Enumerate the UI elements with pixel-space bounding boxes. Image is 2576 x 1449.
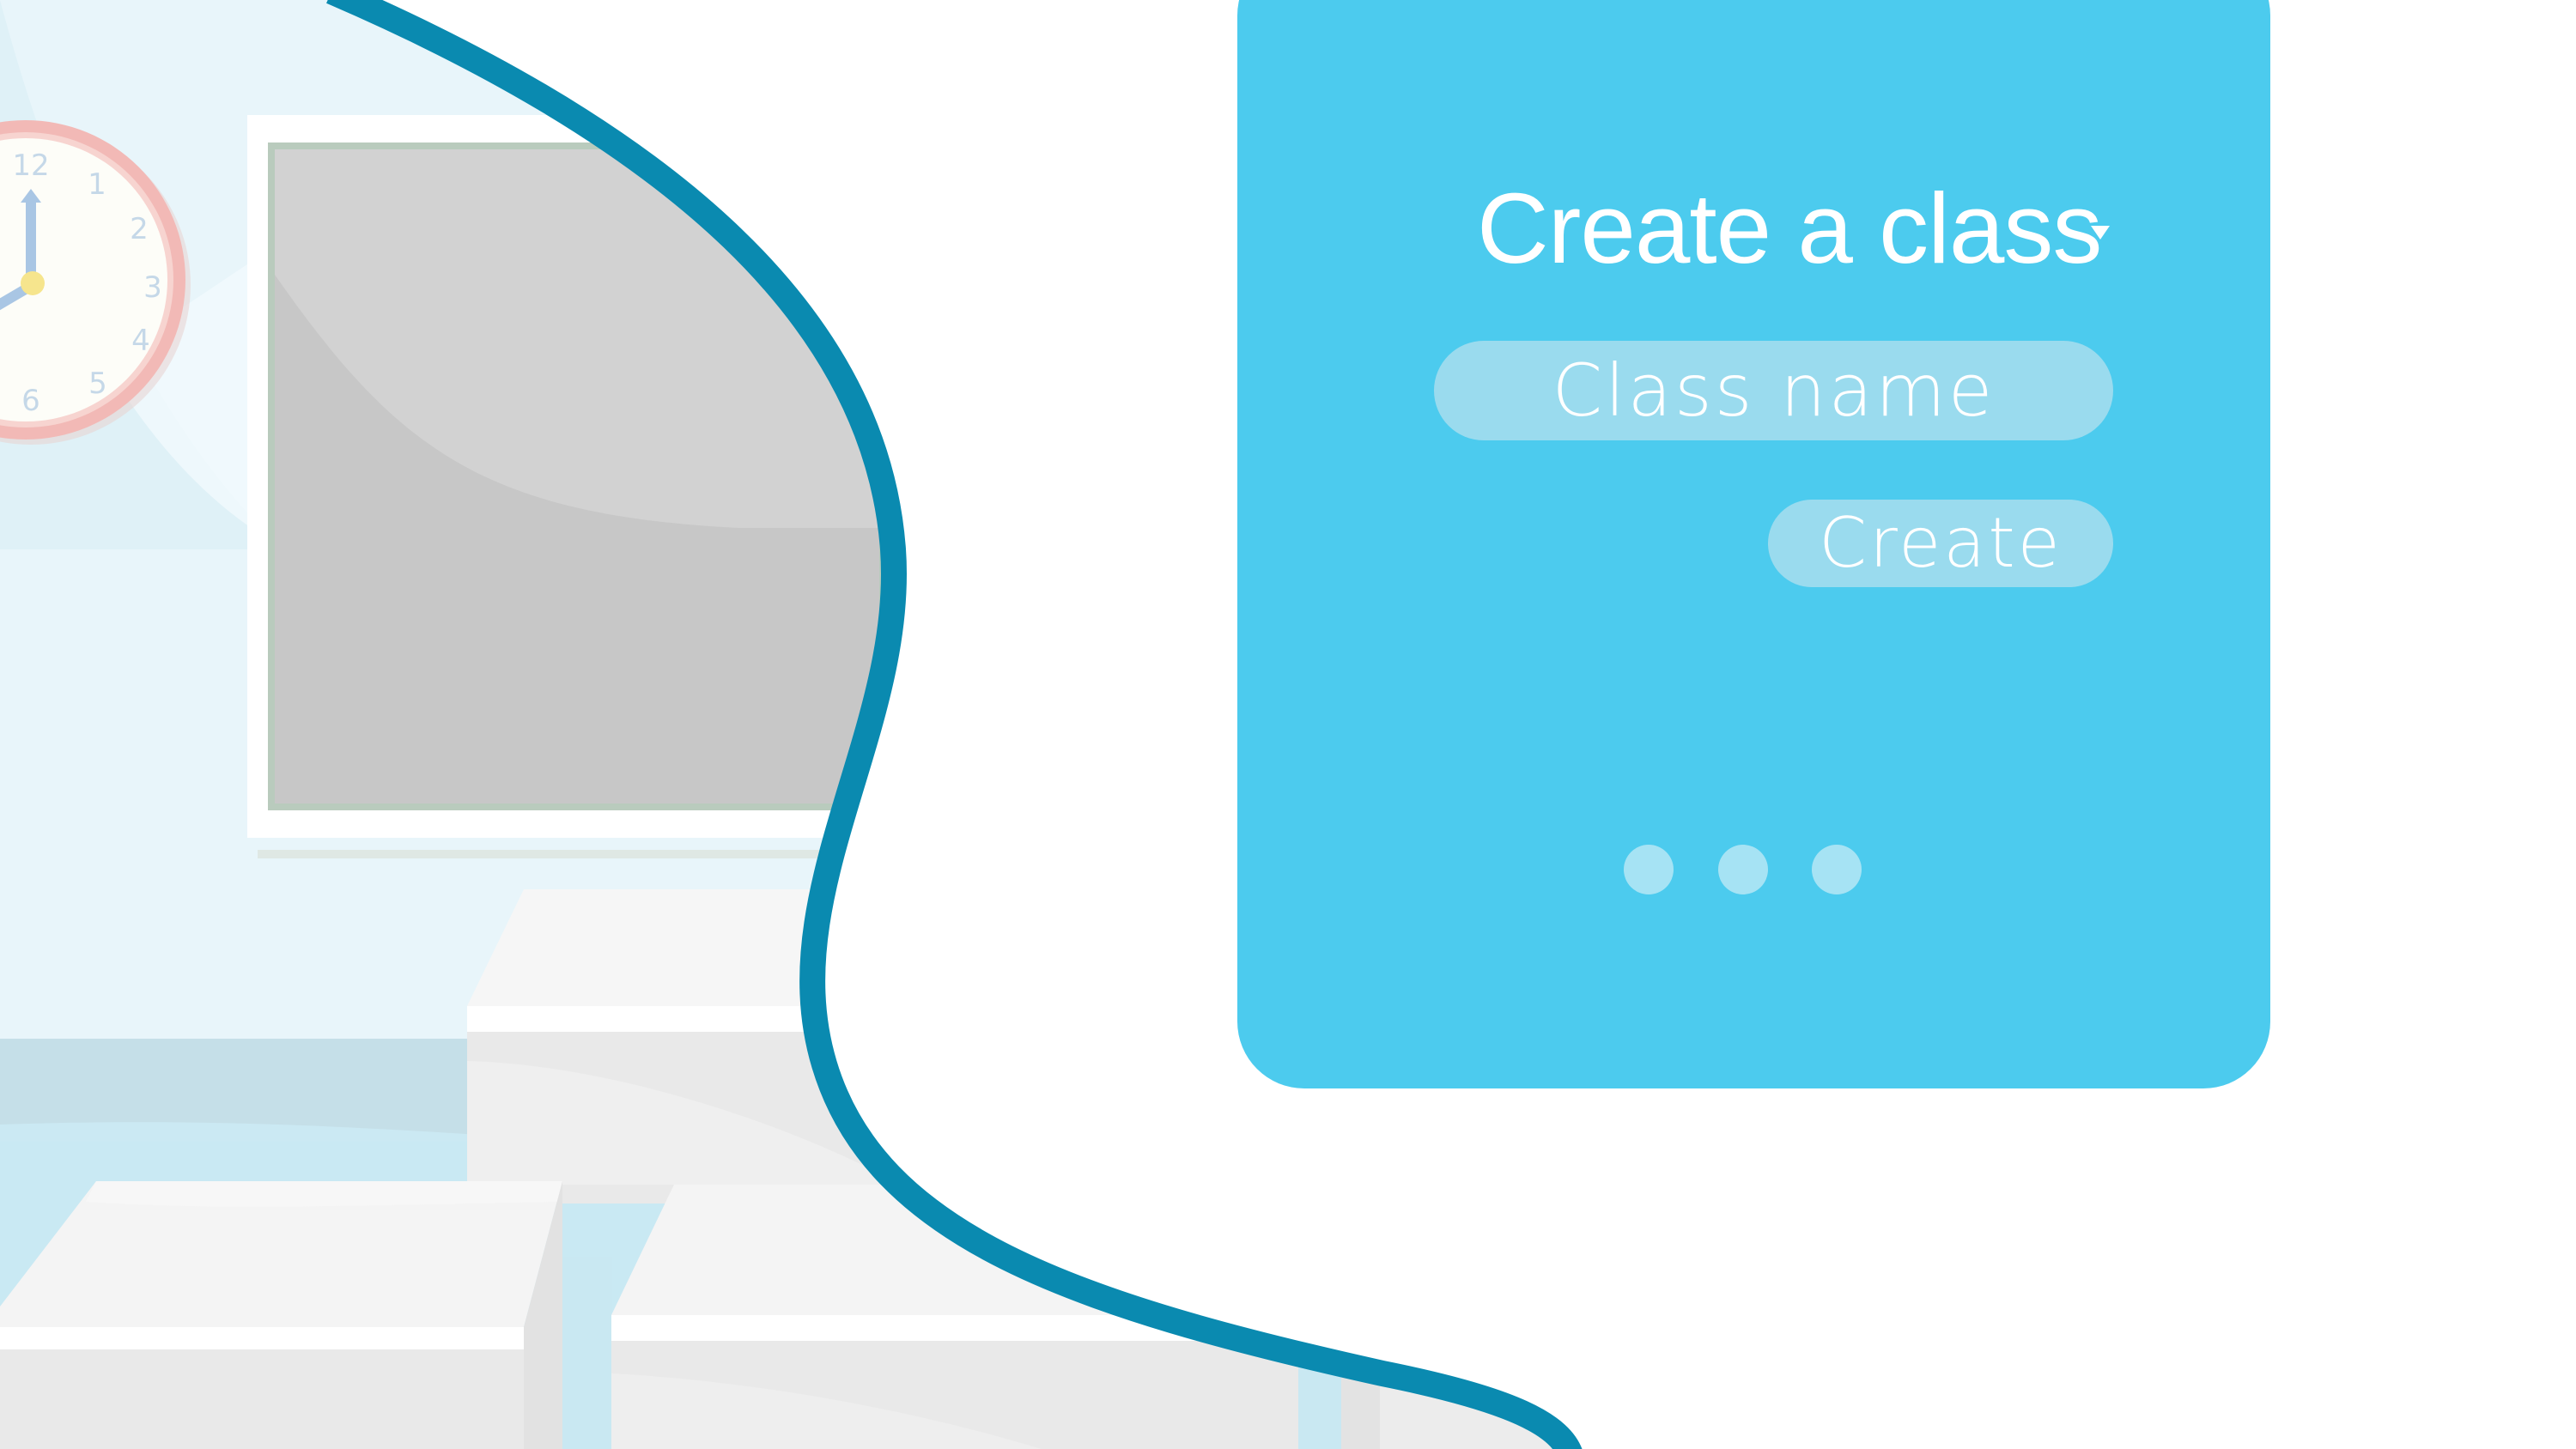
pagination-dot[interactable] [1624, 845, 1674, 894]
svg-text:6: 6 [21, 384, 40, 418]
pagination-dot[interactable] [1812, 845, 1862, 894]
create-button[interactable]: Create [1768, 500, 2113, 587]
svg-text:12: 12 [12, 149, 49, 183]
svg-text:3: 3 [143, 270, 162, 305]
svg-text:1: 1 [88, 167, 106, 202]
app-window: 12 1 2 3 4 5 6 Create a class Class name… [0, 0, 2576, 1449]
whiteboard [247, 115, 910, 858]
pagination-dots [1624, 845, 1873, 896]
caret-down-icon[interactable] [2091, 226, 2110, 239]
create-class-panel [1237, 0, 2270, 1088]
desk-front-left [0, 1181, 612, 1449]
panel-title: Create a class [1477, 173, 2102, 284]
svg-text:5: 5 [88, 367, 107, 401]
pagination-dot[interactable] [1718, 845, 1768, 894]
desk-back [467, 889, 1116, 1203]
svg-text:2: 2 [130, 212, 149, 246]
class-name-input[interactable] [1434, 341, 2113, 440]
svg-text:4: 4 [131, 324, 150, 358]
desk-front-right [611, 1185, 1552, 1449]
